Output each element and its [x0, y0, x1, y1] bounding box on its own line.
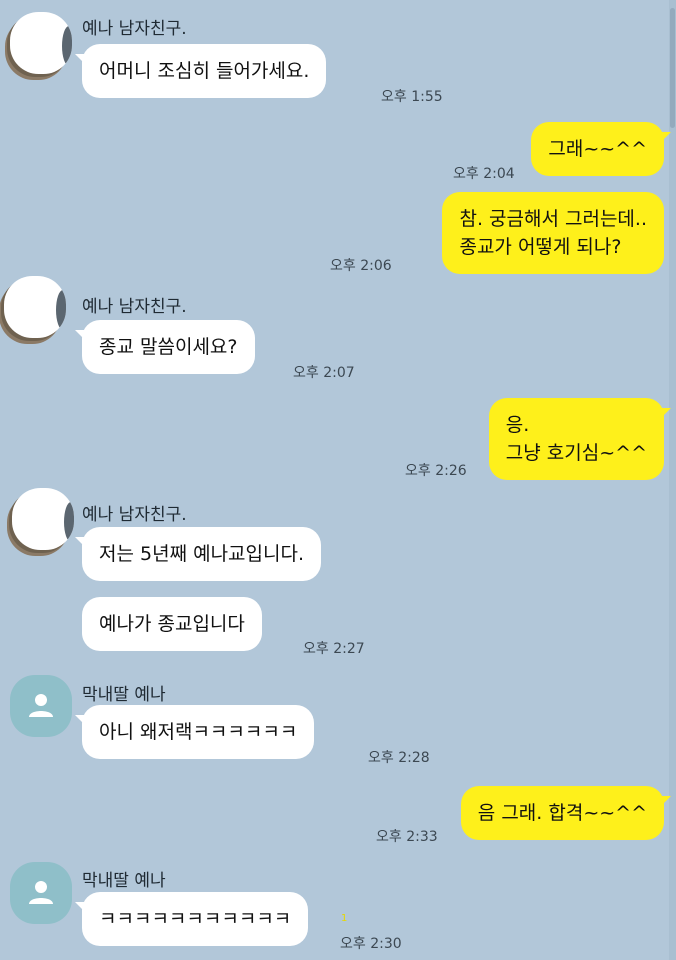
scroll-thumb[interactable] — [670, 8, 675, 128]
sender-name-boyfriend: 예나 남자친구. — [82, 19, 187, 39]
message-bubble-outgoing[interactable]: 음 그래. 합격~~^^ — [460, 786, 672, 840]
message-time: 오후 2:27 — [303, 641, 365, 657]
avatar-boyfriend[interactable] — [10, 12, 72, 74]
message-bubble-incoming[interactable]: 종교 말씀이세요? — [75, 320, 255, 374]
message-time: 오후 1:55 — [381, 89, 443, 105]
person-icon — [29, 694, 53, 717]
sender-name-daughter: 막내딸 예나 — [82, 685, 166, 705]
avatar-boyfriend[interactable] — [4, 276, 66, 338]
person-icon — [29, 881, 53, 904]
scrollbar[interactable] — [669, 0, 676, 960]
message-time: 오후 2:07 — [293, 365, 355, 381]
message-bubble-outgoing[interactable]: 참. 궁금해서 그러는데.. 종교가 어떻게 되나? — [442, 192, 664, 274]
message-bubble-incoming[interactable]: 어머니 조심히 들어가세요. — [74, 44, 327, 98]
message-time: 오후 2:26 — [405, 463, 467, 479]
message-bubble-outgoing[interactable]: 응. 그냥 호기심~^^ — [488, 398, 672, 480]
unread-count: 1 — [341, 913, 348, 924]
message-bubble-incoming[interactable]: 아니 왜저랙ㅋㅋㅋㅋㅋㅋ — [74, 705, 315, 759]
message-time: 오후 2:33 — [376, 829, 438, 845]
sender-name-boyfriend: 예나 남자친구. — [82, 505, 187, 525]
avatar-daughter[interactable] — [10, 675, 72, 737]
sender-name-daughter: 막내딸 예나 — [82, 871, 166, 891]
message-bubble-outgoing[interactable]: 그래~~^^ — [531, 122, 671, 176]
message-time: 오후 2:30 — [340, 936, 402, 952]
message-bubble-incoming[interactable]: ㅋㅋㅋㅋㅋㅋㅋㅋㅋㅋㅋ — [74, 892, 309, 946]
message-bubble-incoming[interactable]: 저는 5년째 예나교입니다. — [74, 527, 322, 581]
sender-name-boyfriend: 예나 남자친구. — [82, 297, 187, 317]
avatar-boyfriend[interactable] — [12, 488, 74, 550]
avatar-daughter[interactable] — [10, 862, 72, 924]
message-time: 오후 2:28 — [368, 750, 430, 766]
message-bubble-incoming[interactable]: 예나가 종교입니다 — [82, 597, 262, 651]
message-time: 오후 2:04 — [453, 166, 515, 182]
message-time: 오후 2:06 — [330, 258, 392, 274]
